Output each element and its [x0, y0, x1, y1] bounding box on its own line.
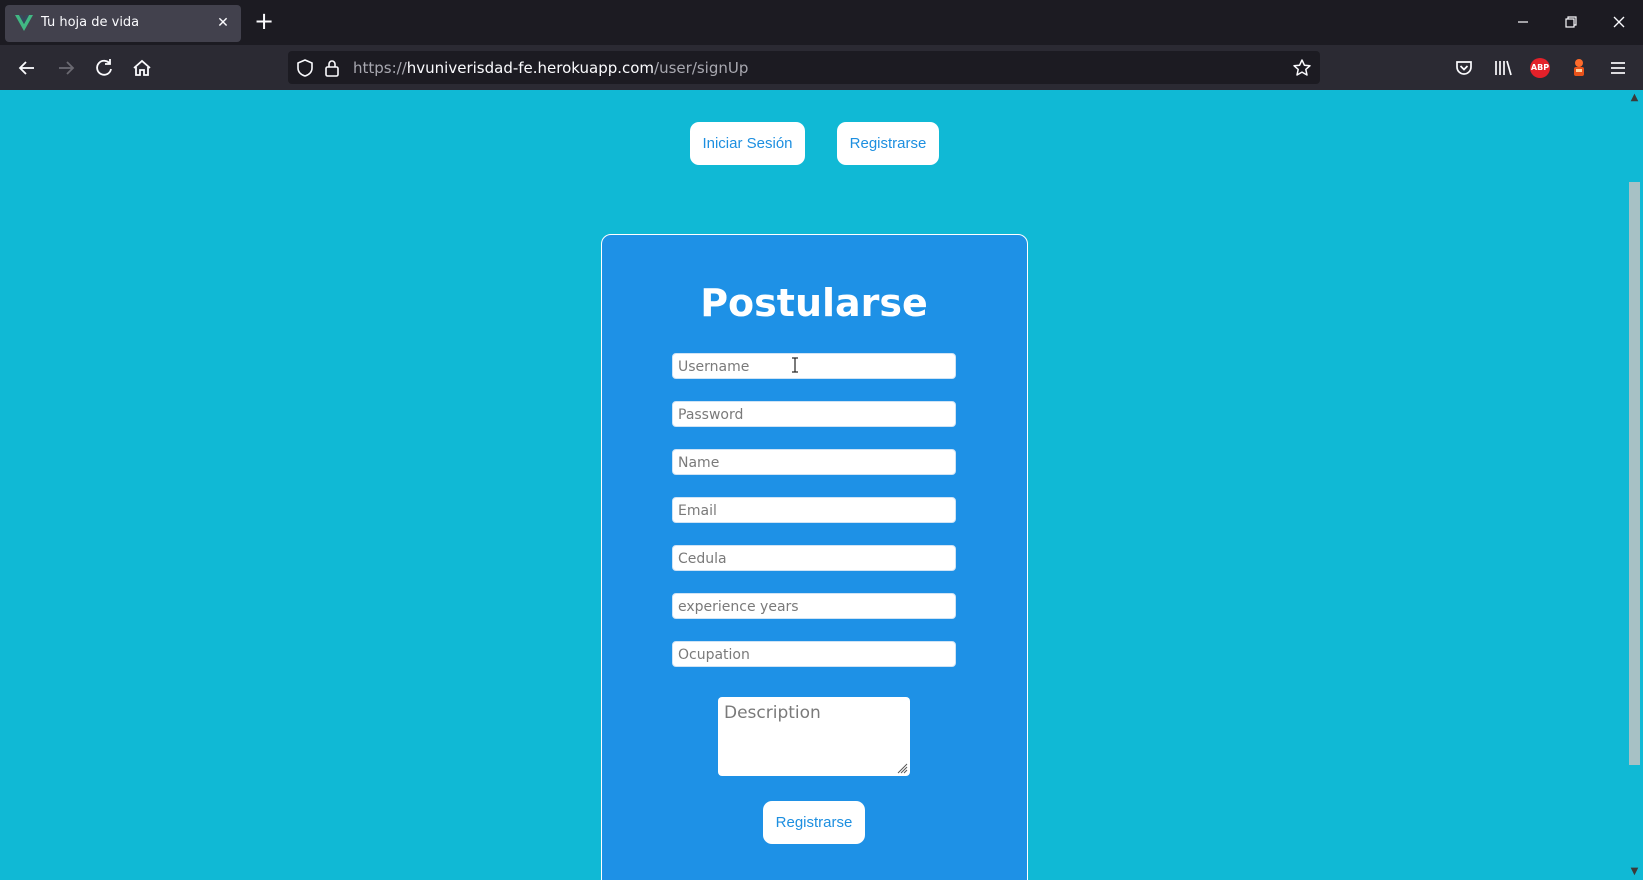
tab-title: Tu hoja de vida — [41, 15, 140, 30]
url-host: hvuniverisdad-fe.herokuapp.com — [406, 59, 655, 77]
signup-card: Postularse Username Password Name Email … — [601, 234, 1028, 880]
shield-icon[interactable] — [295, 58, 315, 78]
extension-icon[interactable] — [1565, 54, 1593, 82]
text-cursor-icon — [792, 357, 798, 373]
browser-tab[interactable]: Tu hoja de vida ✕ — [5, 5, 241, 42]
email-input[interactable]: Email — [672, 497, 956, 523]
form-title: Postularse — [700, 281, 928, 325]
forward-icon[interactable] — [52, 54, 80, 82]
pocket-icon[interactable] — [1450, 54, 1478, 82]
resize-grip-icon[interactable] — [896, 762, 908, 774]
url-path: /user/signUp — [654, 59, 749, 77]
restore-icon[interactable] — [1556, 8, 1586, 36]
library-icon[interactable] — [1488, 54, 1516, 82]
address-bar[interactable]: https://hvuniverisdad-fe.herokuapp.com/u… — [288, 51, 1320, 84]
tab-strip: Tu hoja de vida ✕ + — [0, 0, 1643, 45]
close-icon[interactable]: ✕ — [213, 13, 233, 33]
username-input[interactable]: Username — [672, 353, 956, 379]
name-input[interactable]: Name — [672, 449, 956, 475]
window-close-icon[interactable] — [1604, 8, 1634, 36]
navigation-toolbar: https://hvuniverisdad-fe.herokuapp.com/u… — [0, 45, 1643, 90]
plus-icon[interactable]: + — [252, 9, 276, 34]
home-icon[interactable] — [128, 54, 156, 82]
reload-icon[interactable] — [90, 54, 118, 82]
page-viewport: Iniciar Sesión Registrarse Postularse Us… — [0, 90, 1643, 880]
url-scheme: https:// — [353, 59, 407, 77]
register-submit-button[interactable]: Registrarse — [763, 801, 865, 844]
ocupation-input[interactable]: Ocupation — [672, 641, 956, 667]
cedula-input[interactable]: Cedula — [672, 545, 956, 571]
adblock-icon[interactable]: ABP — [1530, 58, 1550, 78]
star-icon[interactable] — [1292, 58, 1312, 78]
scrollbar[interactable]: ▲ ▼ — [1626, 90, 1643, 880]
password-input[interactable]: Password — [672, 401, 956, 427]
scroll-up-icon[interactable]: ▲ — [1629, 92, 1640, 104]
description-placeholder: Description — [724, 703, 821, 723]
back-icon[interactable] — [13, 54, 41, 82]
lock-icon[interactable] — [322, 58, 342, 78]
url-text[interactable]: https://hvuniverisdad-fe.herokuapp.com/u… — [353, 59, 748, 77]
vue-logo-icon — [15, 15, 33, 31]
menu-icon[interactable] — [1604, 54, 1632, 82]
login-button[interactable]: Iniciar Sesión — [690, 122, 805, 165]
register-nav-button[interactable]: Registrarse — [837, 122, 939, 165]
description-textarea[interactable]: Description — [718, 697, 910, 776]
scroll-down-icon[interactable]: ▼ — [1629, 866, 1640, 878]
experience-years-input[interactable]: experience years — [672, 593, 956, 619]
scroll-thumb[interactable] — [1629, 182, 1640, 765]
minimize-icon[interactable] — [1508, 8, 1538, 36]
